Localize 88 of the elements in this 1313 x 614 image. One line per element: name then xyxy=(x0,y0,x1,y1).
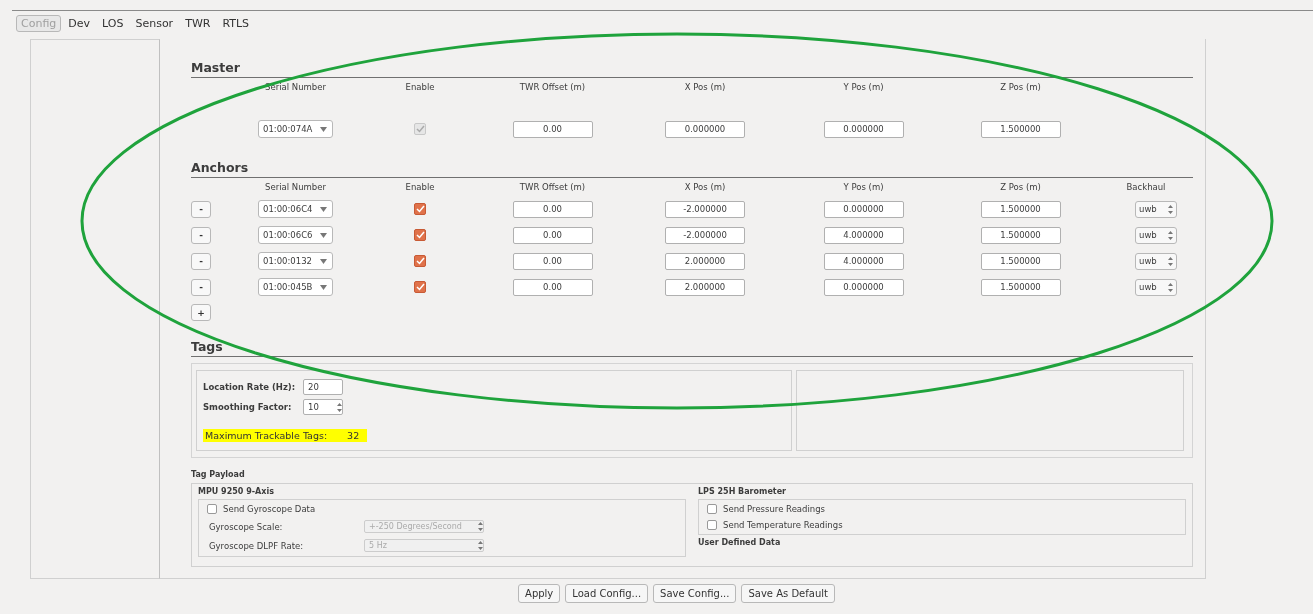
remove-button[interactable]: - xyxy=(191,226,211,244)
field-label: Smoothing Factor: xyxy=(203,402,293,412)
max-tags-value: 32 xyxy=(347,430,360,441)
tab[interactable]: LOS xyxy=(97,14,129,32)
spinner-arrows-icon xyxy=(478,541,483,550)
checkbox-label: Send Pressure Readings xyxy=(723,504,826,514)
column-header: TWR Offset (m) xyxy=(519,81,586,92)
number-field[interactable]: 0.00 xyxy=(512,200,593,218)
column-header: Y Pos (m) xyxy=(843,81,884,92)
spinner-arrows-icon xyxy=(337,402,342,412)
column-header: Serial Number xyxy=(265,181,326,192)
caret-icon xyxy=(320,258,327,264)
setting-label: Gyroscope Scale: xyxy=(209,521,284,532)
remove-button[interactable]: - xyxy=(191,278,211,296)
number-field[interactable]: 2.000000 xyxy=(665,278,745,296)
footer-button[interactable]: Save Config... xyxy=(653,584,737,603)
number-field[interactable]: 1.500000 xyxy=(980,278,1061,296)
tab[interactable]: TWR xyxy=(180,14,216,32)
serial-dropdown[interactable]: 01:00:06C6 xyxy=(258,226,333,244)
footer-button[interactable]: Load Config... xyxy=(565,584,649,603)
enable-checkbox[interactable] xyxy=(414,203,426,215)
spinner-arrows-icon xyxy=(1168,204,1173,214)
max-tags-label: Maximum Trackable Tags: xyxy=(205,430,328,441)
add-button[interactable]: + xyxy=(191,304,211,321)
remove-button[interactable]: - xyxy=(191,252,211,270)
caret-icon xyxy=(320,206,327,212)
number-field[interactable]: 4.000000 xyxy=(823,226,904,244)
serial-dropdown[interactable]: 01:00:045B xyxy=(258,278,333,296)
checkbox-label: Send Gyroscope Data xyxy=(223,504,316,514)
column-header: TWR Offset (m) xyxy=(519,181,586,192)
serial-dropdown[interactable]: 01:00:06C4 xyxy=(258,200,333,218)
checkbox[interactable] xyxy=(707,504,717,514)
tab[interactable]: RTLS xyxy=(217,14,255,32)
footer-button[interactable]: Save As Default xyxy=(741,584,835,603)
checkbox-label: Send Temperature Readings xyxy=(723,520,843,530)
section-title: Tags xyxy=(191,339,1193,357)
setting-label: Gyroscope DLPF Rate: xyxy=(209,540,305,551)
enable-checkbox[interactable] xyxy=(414,281,426,293)
number-field[interactable]: 1.500000 xyxy=(980,200,1061,218)
backhaul-spinbox[interactable]: uwb xyxy=(1135,226,1177,244)
spinner-arrows-icon xyxy=(478,522,483,531)
footer-button[interactable]: Apply xyxy=(518,584,561,603)
backhaul-spinbox[interactable]: uwb xyxy=(1135,252,1177,270)
column-header: Y Pos (m) xyxy=(843,181,884,192)
number-field[interactable]: 4.000000 xyxy=(823,252,904,270)
number-field[interactable]: 1.500000 xyxy=(980,252,1061,270)
column-header: Enable xyxy=(405,181,435,192)
spin-field[interactable]: 10 xyxy=(303,399,343,415)
number-field[interactable]: 1.500000 xyxy=(980,226,1061,244)
spinner-arrows-icon xyxy=(1168,230,1173,240)
number-field[interactable]: 0.00 xyxy=(512,252,593,270)
section-title: Master xyxy=(191,60,1193,78)
spinner-arrows-icon xyxy=(1168,256,1173,266)
number-field[interactable]: 0.000000 xyxy=(823,200,904,218)
group-title: Tag Payload xyxy=(191,470,246,479)
column-header: Enable xyxy=(405,81,435,92)
checkbox[interactable] xyxy=(707,520,717,530)
field-label: Location Rate (Hz): xyxy=(203,382,297,392)
column-header: X Pos (m) xyxy=(684,181,726,192)
caret-icon xyxy=(320,232,327,238)
number-field[interactable]: 0.00 xyxy=(512,226,593,244)
caret-icon xyxy=(320,126,327,132)
number-field[interactable]: -2.000000 xyxy=(665,200,745,218)
group-title: LPS 25H Barometer xyxy=(698,487,787,496)
spinner-arrows-icon xyxy=(1168,282,1173,292)
column-header: Serial Number xyxy=(265,81,326,92)
enable-checkbox[interactable] xyxy=(414,229,426,241)
group-title: MPU 9250 9-Axis xyxy=(198,487,275,496)
tab[interactable]: Dev xyxy=(63,14,96,32)
backhaul-spinbox[interactable]: uwb xyxy=(1135,200,1177,218)
input-field[interactable]: 20 xyxy=(303,379,343,395)
tab[interactable]: Sensor xyxy=(130,14,179,32)
number-field[interactable]: 0.000000 xyxy=(823,278,904,296)
caret-icon xyxy=(320,284,327,290)
enable-checkbox[interactable] xyxy=(414,255,426,267)
remove-button[interactable]: - xyxy=(191,200,211,218)
checkbox[interactable] xyxy=(207,504,217,514)
number-field[interactable]: -2.000000 xyxy=(665,226,745,244)
group-title: User Defined Data xyxy=(698,538,782,547)
backhaul-spinbox[interactable]: uwb xyxy=(1135,278,1177,296)
column-header: Z Pos (m) xyxy=(1000,181,1041,192)
column-header: X Pos (m) xyxy=(684,81,726,92)
serial-dropdown[interactable]: 01:00:0132 xyxy=(258,252,333,270)
section-title: Anchors xyxy=(191,160,1193,178)
column-header: Backhaul xyxy=(1126,181,1166,192)
column-header: Z Pos (m) xyxy=(1000,81,1041,92)
number-field[interactable]: 0.00 xyxy=(512,278,593,296)
number-field[interactable]: 2.000000 xyxy=(665,252,745,270)
